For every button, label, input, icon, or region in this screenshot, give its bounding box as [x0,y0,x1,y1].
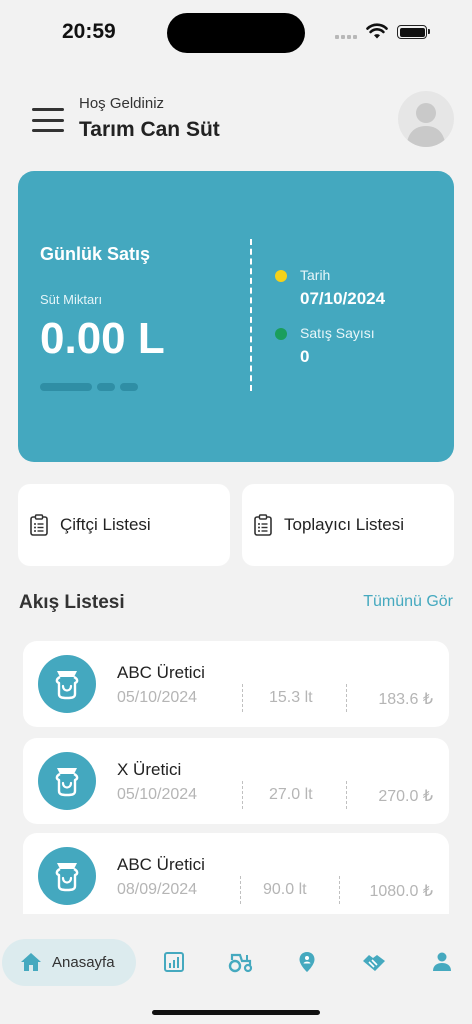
flow-quantity: 15.3 lt [269,689,313,706]
flow-date: 05/10/2024 [117,689,198,706]
clipboard-list-icon [30,514,48,536]
collector-list-button[interactable]: Toplayıcı Listesi [242,484,454,566]
tractor-icon[interactable] [228,950,254,974]
flow-quantity: 90.0 lt [263,881,307,898]
see-all-link[interactable]: Tümünü Gör [363,593,453,611]
date-label: Tarih [300,267,331,283]
column-divider [339,876,340,904]
status-time: 20:59 [62,20,116,43]
tab-home-label: Anasayfa [52,954,115,971]
date-value: 07/10/2024 [300,289,386,308]
location-pin-icon[interactable] [295,950,319,974]
column-divider [242,781,243,809]
tab-home[interactable]: Anasayfa [2,939,136,986]
user-avatar-icon [406,103,446,147]
card-divider [250,239,252,391]
chart-icon[interactable] [162,950,186,974]
company-name: Tarım Can Süt [79,118,220,141]
date-dot [275,270,287,282]
handshake-icon[interactable] [361,950,387,974]
battery-icon [397,25,430,39]
flow-date: 08/09/2024 [117,881,198,898]
flow-quantity: 27.0 lt [269,786,313,803]
milk-can-icon [38,752,96,810]
wifi-icon [366,23,388,39]
avatar[interactable] [398,91,454,147]
clipboard-list-icon [254,514,272,536]
sales-count-label: Satış Sayısı [300,325,375,341]
header: Hoş Geldiniz Tarım Can Süt [0,88,472,150]
hamburger-menu-icon[interactable] [32,108,64,132]
farmer-list-label: Çiftçi Listesi [60,515,151,534]
home-indicator [152,1010,320,1015]
home-icon [21,953,41,971]
column-divider [242,684,243,712]
producer-name: ABC Üretici [117,663,205,682]
sales-count-value: 0 [300,347,310,366]
flow-list-item[interactable]: ABC Üretici 05/10/2024 15.3 lt 183.6 ₺ [23,641,449,727]
milk-can-icon [38,655,96,713]
sales-card-title: Günlük Satış [40,244,151,264]
milk-amount-label: Süt Miktarı [40,292,103,307]
greeting-text: Hoş Geldiniz [79,95,165,112]
milk-amount-value: 0.00 L [40,314,165,363]
bottom-tab-bar: Anasayfa [0,936,472,990]
producer-name: ABC Üretici [117,855,205,874]
flow-price: 270.0 ₺ [378,788,433,805]
column-divider [240,876,241,904]
producer-name: X Üretici [117,760,182,779]
cellular-signal-icon [335,35,357,39]
farmer-list-button[interactable]: Çiftçi Listesi [18,484,230,566]
status-bar: 20:59 [0,0,472,64]
flow-price: 183.6 ₺ [378,691,433,708]
flow-list-title: Akış Listesi [19,592,125,613]
pager-indicator [40,383,138,391]
sales-count-dot [275,328,287,340]
user-icon[interactable] [430,950,454,974]
dynamic-island [167,13,305,53]
flow-list-item[interactable]: ABC Üretici 08/09/2024 90.0 lt 1080.0 ₺ [23,833,449,914]
column-divider [346,684,347,712]
daily-sales-card: Günlük Satış Süt Miktarı 0.00 L Tarih 07… [18,171,454,462]
milk-can-icon [38,847,96,905]
flow-list-item[interactable]: X Üretici 05/10/2024 27.0 lt 270.0 ₺ [23,738,449,824]
column-divider [346,781,347,809]
collector-list-label: Toplayıcı Listesi [284,515,404,534]
flow-price: 1080.0 ₺ [369,883,433,900]
flow-date: 05/10/2024 [117,786,198,803]
